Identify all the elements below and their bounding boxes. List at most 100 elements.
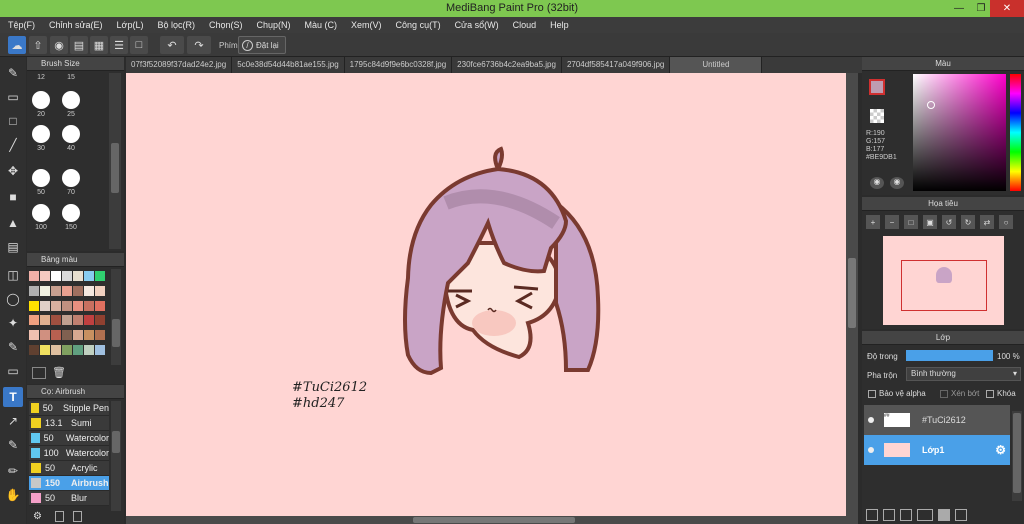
bucket-tool-icon[interactable]: ▲ <box>3 213 23 233</box>
layer-row[interactable]: ## #TuCi2612 <box>864 405 1010 435</box>
add-layer-dropdown-icon[interactable] <box>917 509 933 521</box>
palette-swatch[interactable] <box>84 330 94 341</box>
brush-item[interactable]: 50 Blur <box>29 491 109 506</box>
eyedropper-tool-icon[interactable]: ✎ <box>3 435 23 455</box>
palette-swatch[interactable] <box>62 285 72 296</box>
rectangle-tool-icon[interactable]: □ <box>3 111 23 131</box>
zoom-in-icon[interactable]: + <box>866 215 880 229</box>
pen-tool-icon[interactable]: ✏ <box>3 461 23 481</box>
palette-swatch[interactable] <box>84 285 94 296</box>
palette-swatch[interactable] <box>62 330 72 341</box>
folder-icon[interactable] <box>938 509 950 521</box>
close-button[interactable]: ✕ <box>990 0 1024 17</box>
move-tool-icon[interactable]: ✥ <box>3 161 23 181</box>
palette-swatch[interactable] <box>51 345 61 356</box>
visibility-icon[interactable] <box>868 417 874 423</box>
saturation-value-picker[interactable] <box>913 74 1006 191</box>
palette-swatch[interactable] <box>29 285 39 296</box>
layer-row-selected[interactable]: Lớp1 ⚙ <box>864 435 1010 465</box>
palette-swatch[interactable] <box>40 271 50 281</box>
palette-swatch[interactable] <box>73 285 83 296</box>
document-icon[interactable]: ▦ <box>90 36 108 54</box>
palette-swatch[interactable] <box>51 330 61 341</box>
menu-capture[interactable]: Chụp(N) <box>257 20 291 30</box>
list-icon[interactable]: ☰ <box>110 36 128 54</box>
foreground-color-swatch[interactable] <box>869 79 885 95</box>
add-brush-icon[interactable]: ⚙ <box>33 511 42 522</box>
magic-wand-icon[interactable]: ✦ <box>3 313 23 333</box>
transparent-swatch[interactable] <box>870 109 884 123</box>
brush-item[interactable]: 13.1 Sumi <box>29 416 109 431</box>
brush-item[interactable]: 50 Watercolor <box>29 431 109 446</box>
palette-swatch[interactable] <box>95 330 105 341</box>
palette-scrollbar[interactable] <box>111 269 121 365</box>
brush-item[interactable]: 100 Watercolor <box>29 446 109 461</box>
brush-size-item[interactable]: 12 <box>27 74 55 81</box>
palette-swatch[interactable] <box>62 345 72 356</box>
brush-tool-icon[interactable]: ✎ <box>3 63 23 83</box>
copy-brush-icon[interactable] <box>55 511 64 522</box>
gradient-tool-icon[interactable]: ▤ <box>3 237 23 257</box>
gear-icon[interactable]: ⚙ <box>995 443 1006 457</box>
palette-swatch[interactable] <box>95 315 105 326</box>
hand-tool-icon[interactable]: ✋ <box>3 485 23 505</box>
palette-swatch[interactable] <box>51 285 61 296</box>
visibility-icon[interactable] <box>868 447 874 453</box>
chat-icon[interactable]: ◉ <box>50 36 68 54</box>
fit-icon[interactable]: □ <box>904 215 918 229</box>
actual-size-icon[interactable]: ▣ <box>923 215 937 229</box>
menu-color[interactable]: Màu (C) <box>305 20 338 30</box>
palette-swatch[interactable] <box>29 315 39 326</box>
palette-swatch[interactable] <box>84 345 94 356</box>
page-icon[interactable]: □ <box>130 36 148 54</box>
brush-size-item[interactable]: 100 <box>27 202 55 231</box>
blend-mode-select[interactable]: Bình thường ▾ <box>906 367 1021 381</box>
palette-swatch[interactable] <box>62 300 72 311</box>
brush-size-item[interactable]: 70 <box>57 167 85 196</box>
tab-untitled[interactable]: Untitled <box>670 57 763 73</box>
navigator-preview[interactable] <box>883 236 1004 325</box>
reset-button[interactable]: / Đặt lại <box>238 36 286 54</box>
palette-swatch[interactable] <box>40 300 50 311</box>
tab-document[interactable]: 2704df585417a049f906.jpg <box>562 57 671 73</box>
tab-document[interactable]: 5c0e38d54d44b81ae155.jpg <box>232 57 345 73</box>
palette-swatch[interactable] <box>95 300 105 311</box>
layer-scrollbar[interactable] <box>1012 411 1022 501</box>
brush-size-item[interactable]: 30 <box>27 123 55 152</box>
select-pen-icon[interactable]: ✎ <box>3 337 23 357</box>
palette-swatch[interactable] <box>95 271 105 281</box>
palette-swatch[interactable] <box>84 315 94 326</box>
brush-size-item[interactable]: 15 <box>57 74 85 81</box>
palette-swatch[interactable] <box>95 285 105 296</box>
duplicate-layer-icon[interactable] <box>955 509 967 521</box>
rotate-left-icon[interactable]: ↺ <box>942 215 956 229</box>
share-icon[interactable]: ⇧ <box>29 36 47 54</box>
color-settings-icon[interactable]: ◉ <box>890 177 904 189</box>
tab-document[interactable]: 07f3f52089f37dad24e2.jpg <box>126 57 233 73</box>
select-eraser-icon[interactable]: ▭ <box>3 361 23 381</box>
brush-item[interactable]: 150 Airbrush <box>29 476 109 491</box>
brush-size-item[interactable]: 25 <box>57 89 85 118</box>
palette-swatch[interactable] <box>95 345 105 356</box>
tab-document[interactable]: 1795c84d9f9e6bc0328f.jpg <box>345 57 453 73</box>
brush-size-item[interactable]: 150 <box>57 202 85 231</box>
palette-swatch[interactable] <box>40 330 50 341</box>
text-tool-icon[interactable]: T <box>3 387 23 407</box>
menu-layer[interactable]: Lớp(L) <box>117 20 144 30</box>
canvas-vertical-scrollbar[interactable] <box>846 73 858 524</box>
delete-swatch-icon[interactable]: 🗑 <box>52 366 66 379</box>
add-swatch-icon[interactable] <box>32 367 46 379</box>
line-tool-icon[interactable]: ╱ <box>3 135 23 155</box>
clipping-checkbox[interactable]: Xén bớt <box>940 389 979 398</box>
menu-tools[interactable]: Công cụ(T) <box>396 20 441 30</box>
palette-swatch[interactable] <box>29 345 39 356</box>
palette-swatch[interactable] <box>40 285 50 296</box>
brush-size-item[interactable]: 40 <box>57 123 85 152</box>
palette-swatch[interactable] <box>51 315 61 326</box>
menu-edit[interactable]: Chỉnh sửa(E) <box>49 20 103 30</box>
brush-item[interactable]: 50 Acrylic <box>29 461 109 476</box>
menu-help[interactable]: Help <box>550 20 569 30</box>
new-halftone-layer-icon[interactable] <box>883 509 895 521</box>
menu-file[interactable]: Tệp(F) <box>8 20 35 30</box>
eraser-tool-icon[interactable]: ▭ <box>3 87 23 107</box>
